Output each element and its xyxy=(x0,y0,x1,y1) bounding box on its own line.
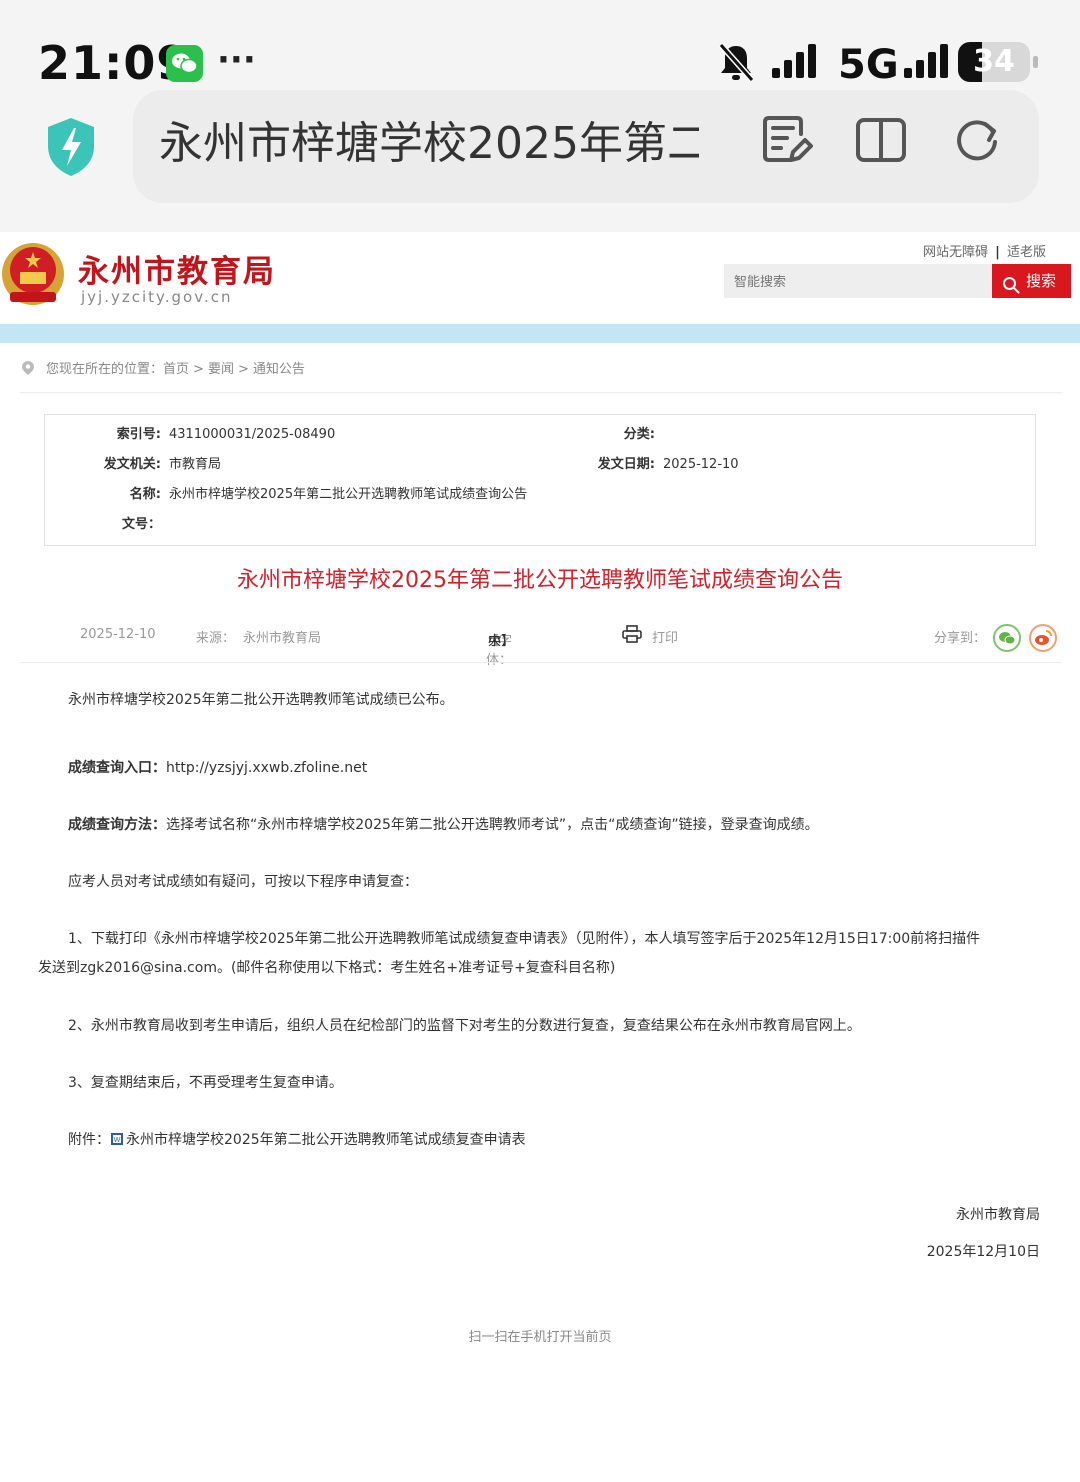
breadcrumb-separator: > xyxy=(237,362,249,377)
reader-book-icon[interactable] xyxy=(853,112,909,168)
doc-name-value: 永州市梓塘学校2025年第二批公开选聘教师笔试成绩查询公告 xyxy=(169,487,528,502)
status-bar: 21:09 ··· 5G 34 xyxy=(0,0,1080,100)
wechat-share-icon[interactable] xyxy=(993,624,1021,652)
signature-org: 永州市教育局 xyxy=(956,1207,1040,1223)
attachment-link[interactable]: 永州市梓塘学校2025年第二批公开选聘教师笔试成绩复查申请表 xyxy=(126,1132,526,1148)
location-pin-icon xyxy=(22,361,34,375)
article-date: 2025-12-10 xyxy=(80,627,156,642)
category-label: 分类: xyxy=(623,427,655,442)
search-button[interactable]: 搜索 xyxy=(992,264,1071,298)
print-icon[interactable] xyxy=(622,625,642,647)
font-small-button[interactable]: 小】 xyxy=(488,630,514,649)
issue-date-label: 发文日期: xyxy=(597,457,655,472)
paragraph-query-entry: 成绩查询入口：http://yzsjyj.xxwb.zfoline.net xyxy=(68,757,367,777)
breadcrumb-separator: > xyxy=(193,362,204,377)
doc-number-label: 文号： xyxy=(121,517,161,532)
query-entry-label: 成绩查询入口： xyxy=(68,760,166,776)
site-domain: jyj.yzcity.gov.cn xyxy=(81,288,233,306)
network-type: 5G xyxy=(838,42,899,88)
mute-bell-icon xyxy=(716,40,756,90)
query-entry-link[interactable]: http://yzsjyj.xxwb.zfoline.net xyxy=(166,760,367,776)
paragraph-step3: 3、复查期结束后，不再受理考生复查申请。 xyxy=(68,1075,343,1091)
signature-date: 2025年12月10日 xyxy=(926,1244,1040,1260)
article-meta: 2025-12-10 来源： 永州市教育局 【字体： 大 中 小】 打印 分享到… xyxy=(0,624,1080,668)
attachment-line: 附件： W 永州市梓塘学校2025年第二批公开选聘教师笔试成绩复查申请表 xyxy=(68,1129,526,1149)
weibo-share-icon[interactable] xyxy=(1029,624,1057,652)
national-emblem-icon xyxy=(0,240,66,312)
issuer-value: 市教育局 xyxy=(169,457,222,472)
document-info-table: 索引号: 4311000031/2025-08490 分类: 发文机关: 市教育… xyxy=(44,414,1036,546)
word-file-icon[interactable]: W xyxy=(110,1132,124,1146)
site-header: 永州市教育局 jyj.yzcity.gov.cn 网站无障碍 | 适老版 搜索 xyxy=(0,232,1080,324)
doc-name-label: 名称: xyxy=(129,487,161,502)
address-bar[interactable]: 永州市梓塘学校2025年第二 xyxy=(133,90,1039,203)
nav-band xyxy=(0,324,1080,343)
battery-percent: 34 xyxy=(973,44,1015,79)
svg-text:W: W xyxy=(114,1137,121,1144)
battery-icon: 34 xyxy=(958,42,1030,82)
battery-tip xyxy=(1033,56,1038,68)
top-links: 网站无障碍 | 适老版 xyxy=(923,241,1046,260)
issue-date-value: 2025-12-10 xyxy=(663,457,739,472)
shield-icon[interactable] xyxy=(44,116,98,178)
paragraph-review-intro: 应考人员对考试成绩如有疑问，可按以下程序申请复查： xyxy=(68,874,418,890)
paragraph-announcement: 永州市梓塘学校2025年第二批公开选聘教师笔试成绩已公布。 xyxy=(68,692,454,708)
accessibility-link[interactable]: 网站无障碍 xyxy=(923,245,988,260)
share-label: 分享到： xyxy=(934,631,987,646)
query-method-text: 选择考试名称“永州市梓塘学校2025年第二批公开选聘教师考试”，点击“成绩查询”… xyxy=(166,817,819,833)
source-label: 来源： xyxy=(196,631,236,646)
breadcrumb-news[interactable]: 要闻 xyxy=(208,362,234,377)
search-icon xyxy=(1002,272,1020,294)
search-input[interactable] xyxy=(724,264,992,298)
page-title-in-url[interactable]: 永州市梓塘学校2025年第二 xyxy=(159,112,699,176)
index-value: 4311000031/2025-08490 xyxy=(169,427,336,442)
paragraph-query-method: 成绩查询方法：选择考试名称“永州市梓塘学校2025年第二批公开选聘教师考试”，点… xyxy=(68,814,819,834)
search-button-label: 搜索 xyxy=(1026,272,1057,290)
paragraph-step1-cont: 发送到zgk2016@sina.com。(邮件名称使用以下格式：考生姓名+准考证… xyxy=(38,960,616,976)
attachment-label: 附件： xyxy=(68,1132,110,1148)
breadcrumb-notices[interactable]: 通知公告 xyxy=(253,362,305,377)
web-page: 永州市教育局 jyj.yzcity.gov.cn 网站无障碍 | 适老版 搜索 … xyxy=(0,232,1080,1482)
site-name[interactable]: 永州市教育局 xyxy=(78,246,276,291)
edit-note-icon[interactable] xyxy=(759,112,815,168)
paragraph-step1: 1、下载打印《永州市梓塘学校2025年第二批公开选聘教师笔试成绩复查申请表》（见… xyxy=(68,931,981,947)
link-separator: | xyxy=(995,245,1000,260)
index-label: 索引号: xyxy=(116,427,161,442)
breadcrumb-home[interactable]: 首页 xyxy=(163,362,189,377)
browser-toolbar: 永州市梓塘学校2025年第二 xyxy=(0,90,1080,230)
divider xyxy=(20,662,1062,663)
breadcrumb-prefix: 您现在所在的位置： xyxy=(46,362,164,377)
print-button[interactable]: 打印 xyxy=(652,627,678,646)
issuer-label: 发文机关: xyxy=(103,457,161,472)
elder-mode-link[interactable]: 适老版 xyxy=(1007,245,1046,260)
signal-icon xyxy=(902,40,952,90)
more-icon: ··· xyxy=(217,40,256,80)
wechat-icon xyxy=(166,45,203,82)
article-source: 永州市教育局 xyxy=(243,631,322,646)
qr-hint: 扫一扫在手机打开当前页 xyxy=(468,1330,612,1345)
breadcrumb: 您现在所在的位置：首页 > 要闻 > 通知公告 xyxy=(22,358,305,377)
query-method-label: 成绩查询方法： xyxy=(68,817,166,833)
article-title: 永州市梓塘学校2025年第二批公开选聘教师笔试成绩查询公告 xyxy=(237,568,843,593)
divider xyxy=(20,392,1062,393)
signal-icon xyxy=(770,40,820,90)
refresh-icon[interactable] xyxy=(949,112,1005,168)
paragraph-step2: 2、永州市教育局收到考生申请后，组织人员在纪检部门的监督下对考生的分数进行复查，… xyxy=(68,1018,861,1034)
